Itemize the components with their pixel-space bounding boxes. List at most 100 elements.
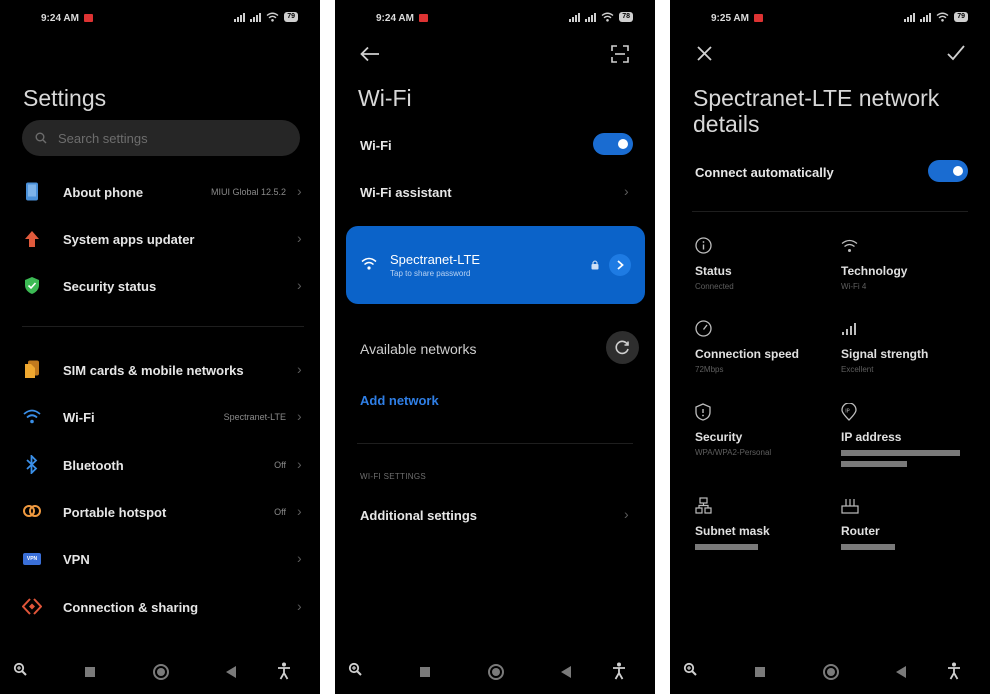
add-network-link[interactable]: Add network <box>360 393 439 408</box>
recents-button[interactable] <box>85 667 95 677</box>
battery-icon: 79 <box>284 12 298 22</box>
chevron-right-icon: › <box>297 361 302 377</box>
settings-item-sim-cards[interactable]: SIM cards & mobile networks › <box>0 350 320 390</box>
recents-button[interactable] <box>420 667 430 677</box>
notification-icon <box>419 14 428 22</box>
chevron-right-icon: › <box>297 183 302 199</box>
lock-icon <box>591 260 599 270</box>
navigation-bar <box>0 660 320 680</box>
accessibility-icon[interactable] <box>277 662 291 680</box>
network-details-screen: 9:25 AM 79 Spectranet-LTE network detail… <box>670 0 990 694</box>
settings-item-security-status[interactable]: Security status › <box>0 266 320 306</box>
search-placeholder: Search settings <box>58 131 148 146</box>
navigation-bar <box>670 660 990 680</box>
settings-item-bluetooth[interactable]: Bluetooth Off › <box>0 445 320 485</box>
home-button[interactable] <box>153 664 169 680</box>
detail-label: IP address <box>841 430 902 444</box>
accessibility-icon[interactable] <box>947 662 961 680</box>
chevron-right-icon: › <box>297 550 302 566</box>
network-subtitle: Tap to share password <box>390 269 471 278</box>
back-arrow-icon[interactable] <box>360 46 380 62</box>
signal-icon <box>920 12 932 22</box>
connected-network-card[interactable]: Spectranet-LTE Tap to share password <box>346 226 645 304</box>
checkmark-icon[interactable] <box>947 45 965 61</box>
home-button[interactable] <box>488 664 504 680</box>
settings-item-about-phone[interactable]: About phone MIUI Global 12.5.2 › <box>0 172 320 212</box>
notification-icon <box>754 14 763 22</box>
chevron-right-icon: › <box>297 456 302 472</box>
back-button[interactable] <box>561 666 571 678</box>
sim-card-icon <box>25 360 39 378</box>
wifi-screen: 9:24 AM 78 Wi-Fi Wi-Fi Wi-Fi assistant ›… <box>335 0 655 694</box>
close-icon[interactable] <box>697 46 712 61</box>
chevron-right-icon: › <box>297 408 302 424</box>
magnifier-icon[interactable] <box>13 662 27 676</box>
network-details-button[interactable] <box>609 254 631 276</box>
wifi-icon <box>266 12 279 22</box>
redacted-value <box>695 544 758 550</box>
back-button[interactable] <box>896 666 906 678</box>
settings-item-system-apps-updater[interactable]: System apps updater › <box>0 219 320 259</box>
wifi-assistant-row[interactable]: Wi-Fi assistant › <box>335 175 655 209</box>
wifi-icon <box>841 239 858 252</box>
settings-item-value: Off <box>274 507 286 517</box>
back-button[interactable] <box>226 666 236 678</box>
router-icon <box>841 499 859 514</box>
settings-item-portable-hotspot[interactable]: Portable hotspot Off › <box>0 492 320 532</box>
settings-screen: 9:24 AM 79 Settings Search settings Abou… <box>0 0 320 694</box>
chevron-right-icon: › <box>297 598 302 614</box>
detail-value: Connected <box>695 282 734 291</box>
settings-item-label: Wi-Fi <box>63 410 95 425</box>
hotspot-icon <box>23 505 41 517</box>
shield-icon <box>695 403 711 421</box>
page-title-line: details <box>693 111 760 137</box>
detail-signal-strength: Signal strength Excellent <box>841 320 971 380</box>
status-time: 9:25 AM <box>711 13 749 24</box>
scan-qr-icon[interactable] <box>611 45 629 63</box>
phone-icon <box>26 182 38 201</box>
additional-settings-row[interactable]: Additional settings › <box>335 498 655 532</box>
home-button[interactable] <box>823 664 839 680</box>
ip-pin-icon: IP <box>841 403 857 421</box>
signal-icon <box>234 12 246 22</box>
wifi-toggle-row[interactable]: Wi-Fi <box>335 128 655 162</box>
magnifier-icon[interactable] <box>348 662 362 676</box>
settings-item-label: Portable hotspot <box>63 505 167 520</box>
detail-router: Router <box>841 497 971 557</box>
settings-item-label: About phone <box>63 185 144 200</box>
bluetooth-icon <box>26 455 38 474</box>
detail-label: Router <box>841 524 880 538</box>
chevron-right-icon <box>617 260 624 270</box>
refresh-button[interactable] <box>606 331 639 364</box>
signal-icon <box>569 12 581 22</box>
settings-item-connection-sharing[interactable]: Connection & sharing › <box>0 587 320 627</box>
status-icons: 78 <box>569 12 633 22</box>
recents-button[interactable] <box>755 667 765 677</box>
chevron-right-icon: › <box>297 503 302 519</box>
refresh-icon <box>615 340 629 355</box>
detail-connection-speed: Connection speed 72Mbps <box>695 320 825 380</box>
settings-item-value: Spectranet-LTE <box>223 412 286 422</box>
status-icons: 79 <box>234 12 298 22</box>
magnifier-icon[interactable] <box>683 662 697 676</box>
page-title-line: Spectranet-LTE network <box>693 85 940 111</box>
up-arrow-icon <box>25 231 39 247</box>
connect-automatically-row[interactable]: Connect automatically <box>670 156 990 188</box>
wifi-icon <box>936 12 949 22</box>
detail-label: Security <box>695 430 743 444</box>
speedometer-icon <box>695 320 712 337</box>
detail-label: Connection speed <box>695 347 800 361</box>
settings-item-vpn[interactable]: VPN VPN › <box>0 539 320 579</box>
accessibility-icon[interactable] <box>612 662 626 680</box>
detail-label: Technology <box>841 264 908 278</box>
wifi-icon <box>601 12 614 22</box>
section-header: WI-FI SETTINGS <box>360 472 426 481</box>
connect-automatically-toggle[interactable] <box>928 160 968 182</box>
chevron-right-icon: › <box>624 506 629 522</box>
wifi-toggle[interactable] <box>593 133 633 155</box>
page-title: Wi-Fi <box>358 85 412 111</box>
status-time: 9:24 AM <box>41 13 79 24</box>
settings-item-label: Bluetooth <box>63 458 124 473</box>
settings-item-wifi[interactable]: Wi-Fi Spectranet-LTE › <box>0 397 320 437</box>
chevron-right-icon: › <box>297 277 302 293</box>
